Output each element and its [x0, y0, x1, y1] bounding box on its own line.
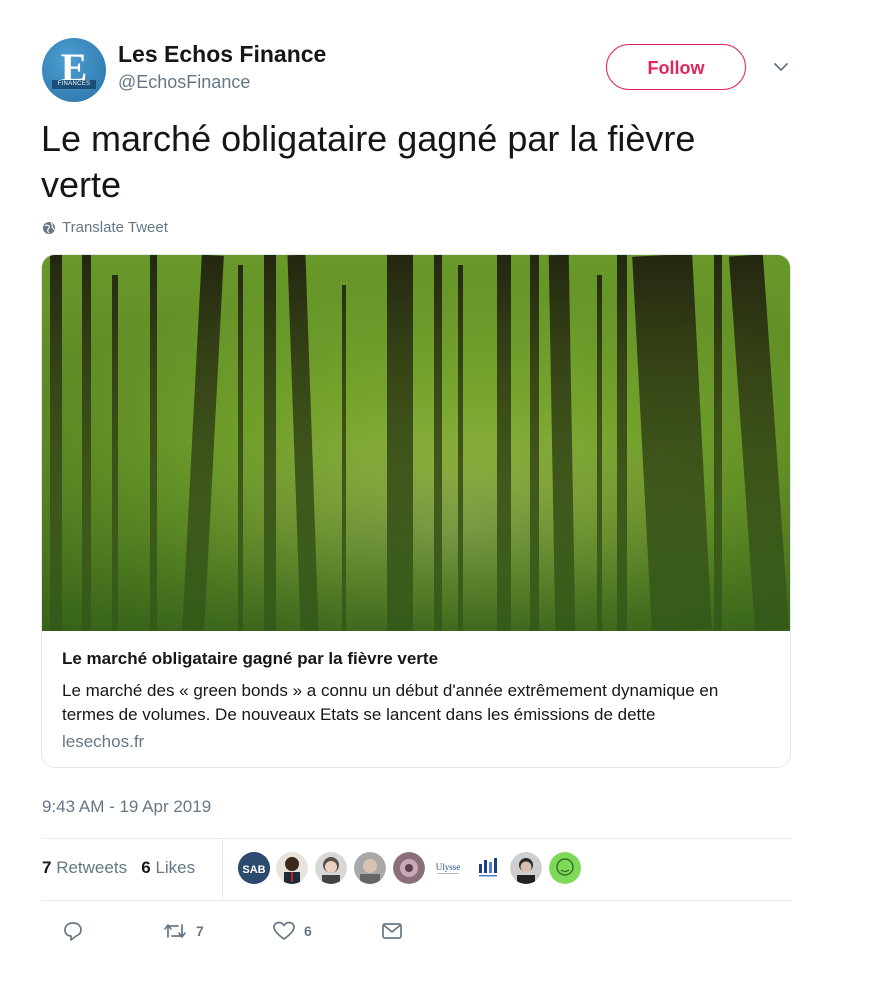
liker-avatar-3[interactable] [315, 852, 347, 884]
reply-button[interactable] [62, 918, 84, 944]
like-button[interactable]: 6 [272, 918, 312, 944]
like-count: 6 [304, 923, 312, 939]
likes-count: 6 [141, 858, 151, 877]
liker-avatar-label: Ulysse [436, 862, 461, 872]
retweet-count: 7 [196, 923, 204, 939]
follow-button[interactable]: Follow [606, 44, 746, 90]
author-handle[interactable]: @EchosFinance [118, 72, 250, 93]
heart-icon [273, 921, 295, 940]
divider [42, 838, 792, 839]
tweet-timestamp[interactable]: 9:43 AM - 19 Apr 2019 [42, 797, 211, 817]
liker-avatar-4[interactable] [354, 852, 386, 884]
link-card-description: Le marché des « green bonds » a connu un… [62, 681, 719, 724]
liker-avatar-6[interactable]: Ulysse [432, 852, 464, 884]
author-name[interactable]: Les Echos Finance [118, 41, 326, 68]
divider [42, 900, 792, 901]
likes-label: Likes [155, 858, 196, 877]
retweet-button[interactable]: 7 [162, 918, 204, 944]
liker-avatar-5[interactable] [393, 852, 425, 884]
liker-avatar-8[interactable] [510, 852, 542, 884]
link-card-domain: lesechos.fr [62, 732, 145, 751]
liker-avatar-7[interactable] [471, 852, 503, 884]
tweet-card: E FINANCES Les Echos Finance @EchosFinan… [14, 0, 822, 960]
link-card-title: Le marché obligataire gagné par la fièvr… [62, 649, 439, 668]
retweets-label: Retweets [56, 858, 128, 877]
envelope-icon [382, 923, 402, 939]
translate-label: Translate Tweet [62, 219, 168, 236]
stats-separator [222, 838, 223, 900]
liker-avatar-9[interactable] [549, 852, 581, 884]
liker-avatar-label: SAB [242, 864, 265, 876]
retweets-stat[interactable]: 7 Retweets [42, 858, 127, 877]
tweet-text: Le marché obligataire gagné par la fièvr… [41, 118, 696, 205]
translate-tweet-link[interactable]: Translate Tweet [42, 219, 168, 236]
liker-avatar-1[interactable]: SAB [238, 852, 270, 884]
author-avatar[interactable]: E FINANCES [42, 38, 106, 102]
message-button[interactable] [380, 918, 404, 944]
link-preview-card[interactable]: Le marché obligataire gagné par la fièvr… [41, 254, 791, 768]
retweets-count: 7 [42, 858, 52, 877]
retweet-icon [164, 924, 186, 938]
liker-avatar-2[interactable] [276, 852, 308, 884]
globe-icon [43, 221, 55, 234]
likes-stat[interactable]: 6 Likes [141, 858, 195, 877]
forest-photo [42, 255, 790, 631]
reply-icon [64, 922, 82, 941]
engagement-stats: 7 Retweets 6 Likes [42, 858, 195, 878]
chevron-down-icon[interactable] [772, 58, 790, 76]
avatar-strip: FINANCES [52, 80, 96, 89]
